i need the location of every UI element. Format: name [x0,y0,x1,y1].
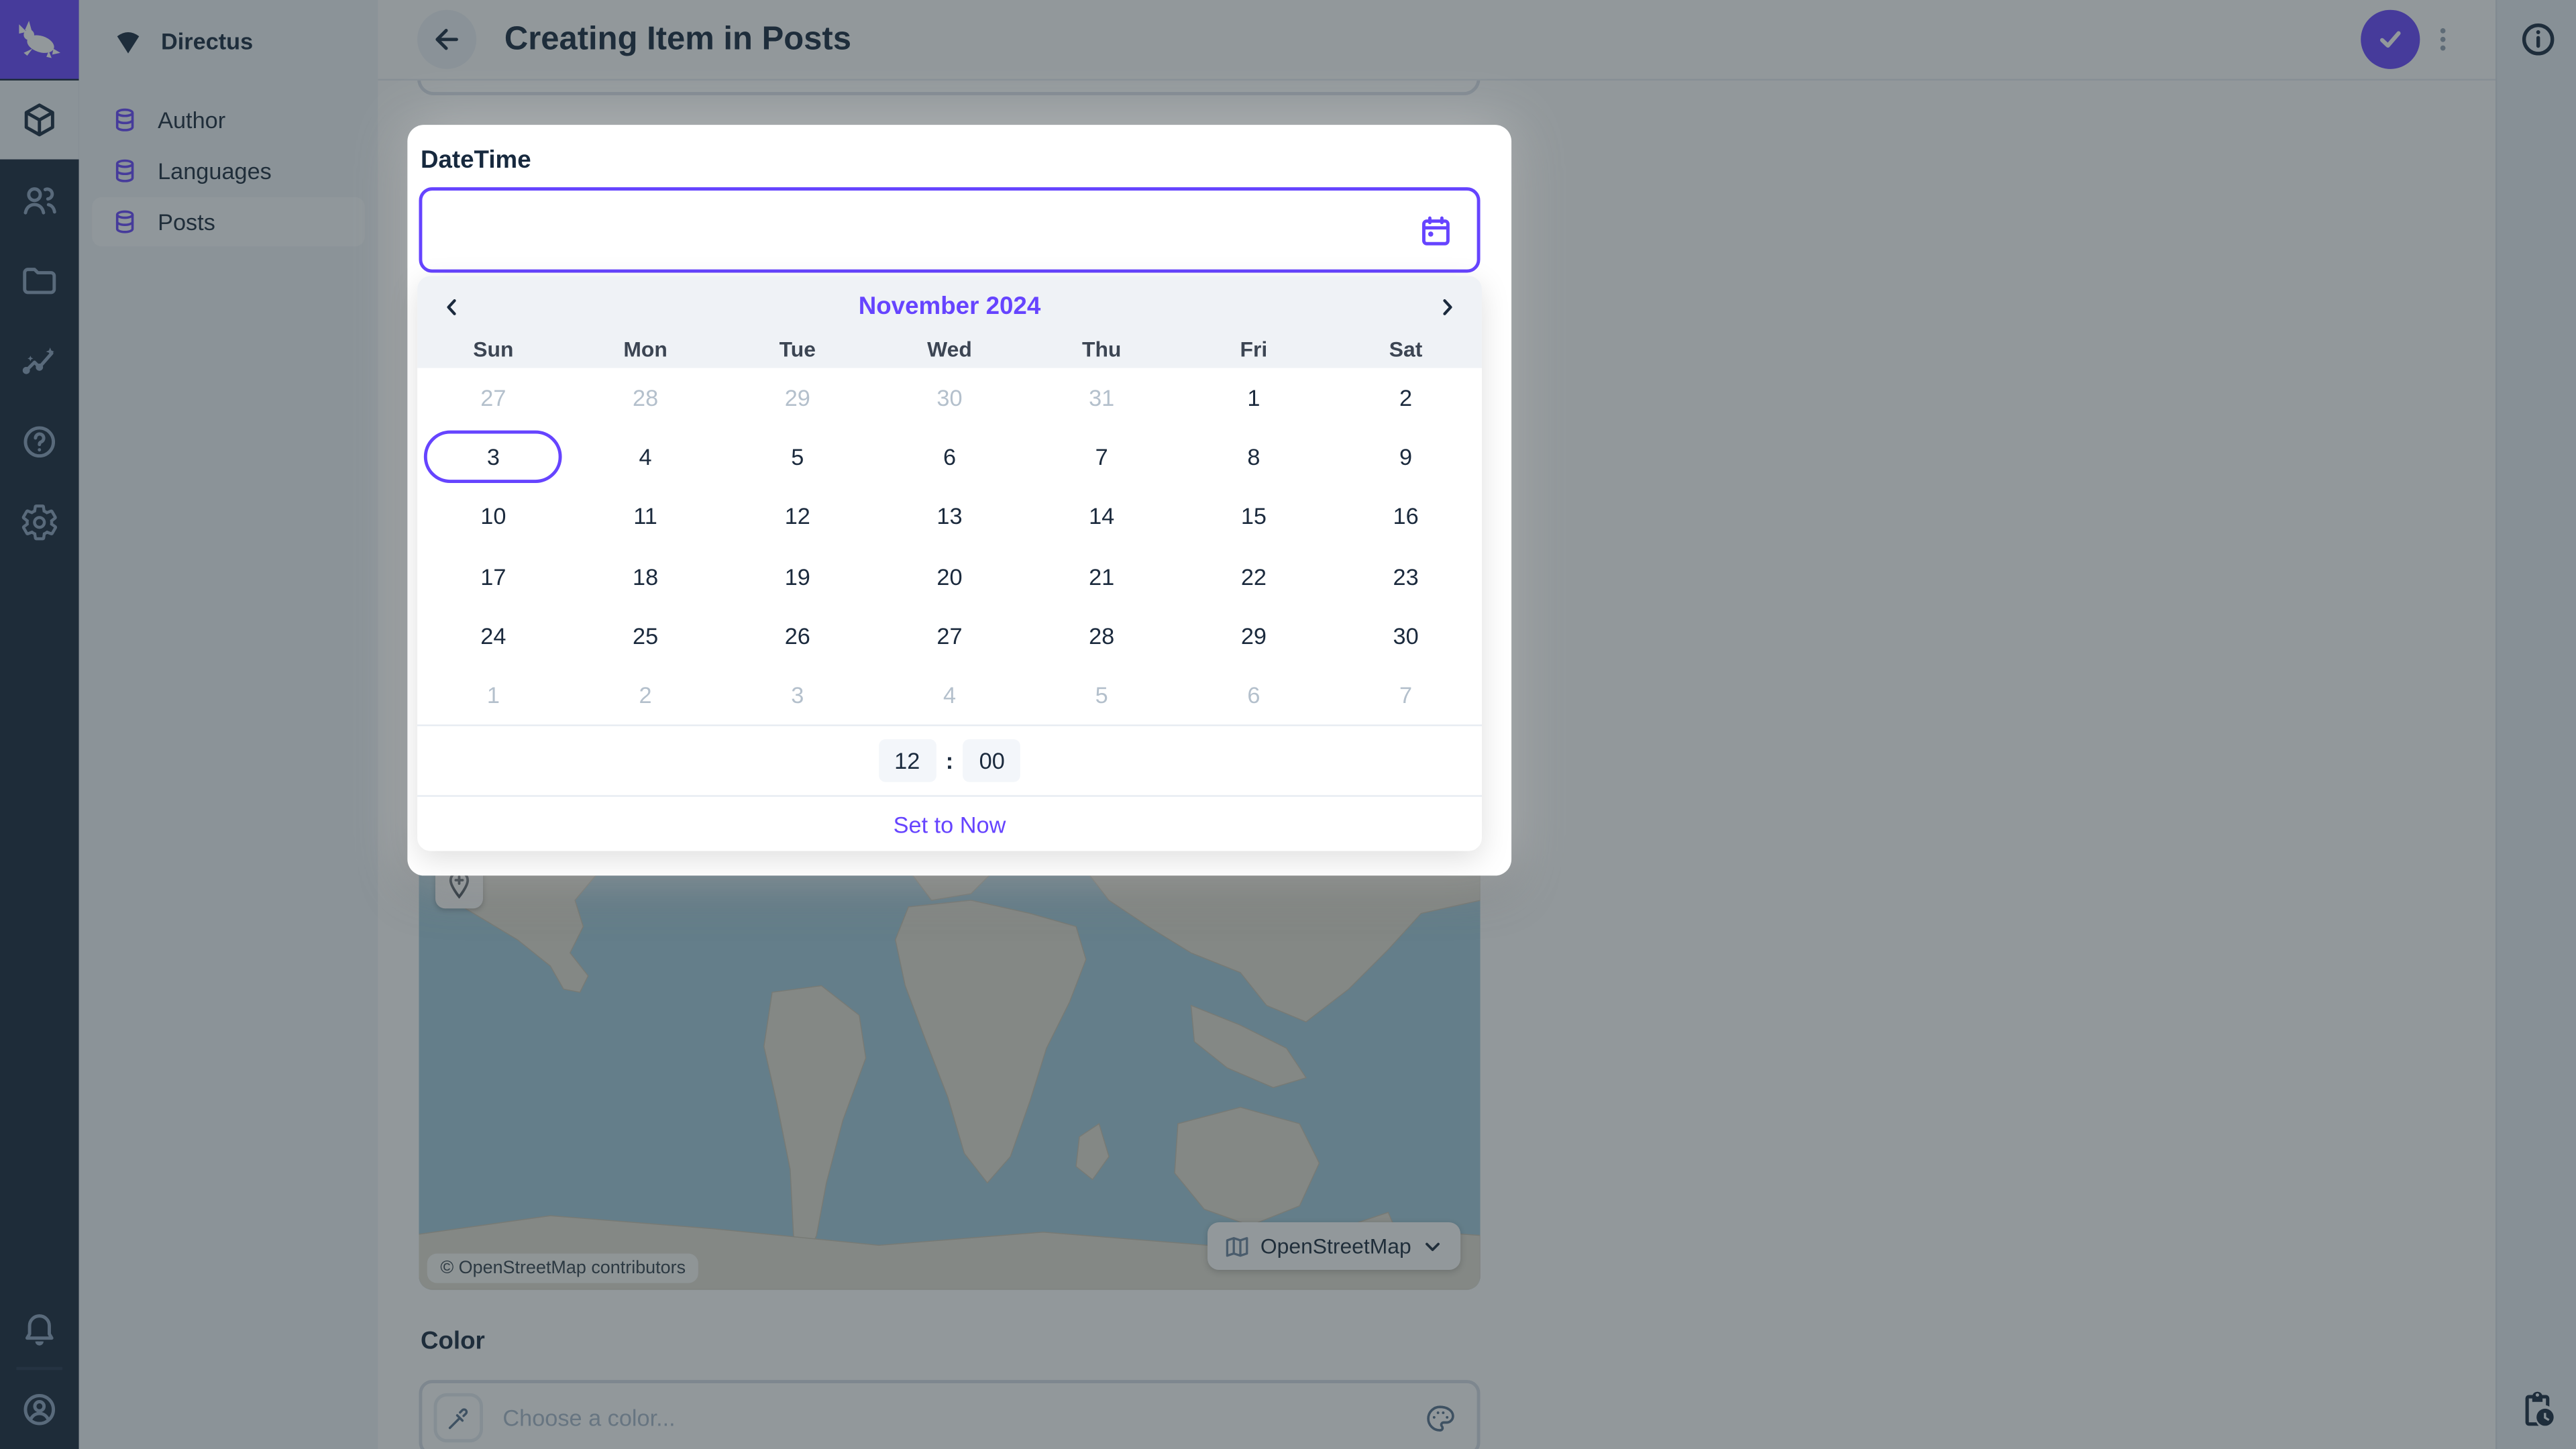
calendar-day[interactable]: 22 [1178,546,1330,606]
calendar-grid: 2728293031123456789101112131415161718192… [417,368,1482,724]
set-to-now-row: Set to Now [417,797,1482,851]
calendar-day[interactable]: 27 [873,606,1026,665]
calendar-day[interactable]: 11 [570,487,722,547]
calendar-day[interactable]: 13 [873,487,1026,547]
weekday-label: Mon [570,336,722,361]
calendar-day-selected[interactable]: 3 [417,427,570,487]
hour-input[interactable]: 12 [878,739,936,782]
datetime-popup: DateTime November 2024 SunMonTueWedThuFr… [407,125,1511,875]
calendar-day[interactable]: 25 [570,606,722,665]
previous-month-button[interactable] [431,286,474,329]
calendar-day[interactable]: 27 [417,368,570,428]
chevron-left-icon [439,294,465,320]
calendar-day[interactable]: 19 [721,546,873,606]
calendar-day[interactable]: 7 [1026,427,1178,487]
calendar-day[interactable]: 3 [721,665,873,724]
calendar-day[interactable]: 1 [417,665,570,724]
calendar-day[interactable]: 28 [570,368,722,428]
calendar-day[interactable]: 7 [1330,665,1482,724]
calendar-day[interactable]: 15 [1178,487,1330,547]
calendar-day[interactable]: 6 [873,427,1026,487]
set-to-now-button[interactable]: Set to Now [894,811,1006,837]
calendar-day[interactable]: 20 [873,546,1026,606]
calendar-day[interactable]: 18 [570,546,722,606]
calendar-day[interactable]: 26 [721,606,873,665]
calendar-icon[interactable] [1417,213,1454,250]
calendar-day[interactable]: 2 [570,665,722,724]
calendar-day[interactable]: 12 [721,487,873,547]
weekday-label: Sat [1330,336,1482,361]
calendar-day[interactable]: 31 [1026,368,1178,428]
calendar-day[interactable]: 30 [1330,606,1482,665]
calendar-day[interactable]: 30 [873,368,1026,428]
weekday-label: Thu [1026,336,1178,361]
calendar-day[interactable]: 10 [417,487,570,547]
weekday-label: Wed [873,336,1026,361]
weekday-label: Sun [417,336,570,361]
datetime-field-label: DateTime [421,146,531,174]
calendar-day[interactable]: 4 [570,427,722,487]
calendar-dropdown: November 2024 SunMonTueWedThuFriSat 2728… [417,276,1482,851]
app-window: Directus Author Languages Posts [0,0,2576,1449]
chevron-right-icon [1434,294,1460,320]
calendar-day[interactable]: 5 [1026,665,1178,724]
calendar-day[interactable]: 1 [1178,368,1330,428]
calendar-day[interactable]: 16 [1330,487,1482,547]
calendar-day[interactable]: 8 [1178,427,1330,487]
datetime-input[interactable] [445,215,1454,246]
calendar-day[interactable]: 29 [721,368,873,428]
weekday-row: SunMonTueWedThuFriSat [417,329,1482,368]
next-month-button[interactable] [1426,286,1469,329]
calendar-day[interactable]: 5 [721,427,873,487]
calendar-day[interactable]: 29 [1178,606,1330,665]
calendar-header: November 2024 SunMonTueWedThuFriSat [417,276,1482,368]
calendar-day[interactable]: 14 [1026,487,1178,547]
calendar-day[interactable]: 17 [417,546,570,606]
weekday-label: Tue [721,336,873,361]
calendar-day[interactable]: 28 [1026,606,1178,665]
calendar-day[interactable]: 4 [873,665,1026,724]
calendar-day[interactable]: 24 [417,606,570,665]
calendar-day[interactable]: 23 [1330,546,1482,606]
time-colon: : [946,747,953,773]
datetime-input-wrap [419,187,1480,272]
weekday-label: Fri [1178,336,1330,361]
calendar-day[interactable]: 9 [1330,427,1482,487]
calendar-day[interactable]: 21 [1026,546,1178,606]
calendar-day[interactable]: 6 [1178,665,1330,724]
time-picker: 12 : 00 [417,726,1482,795]
minute-input[interactable]: 00 [963,739,1021,782]
calendar-day[interactable]: 2 [1330,368,1482,428]
month-year-label[interactable]: November 2024 [417,286,1482,329]
